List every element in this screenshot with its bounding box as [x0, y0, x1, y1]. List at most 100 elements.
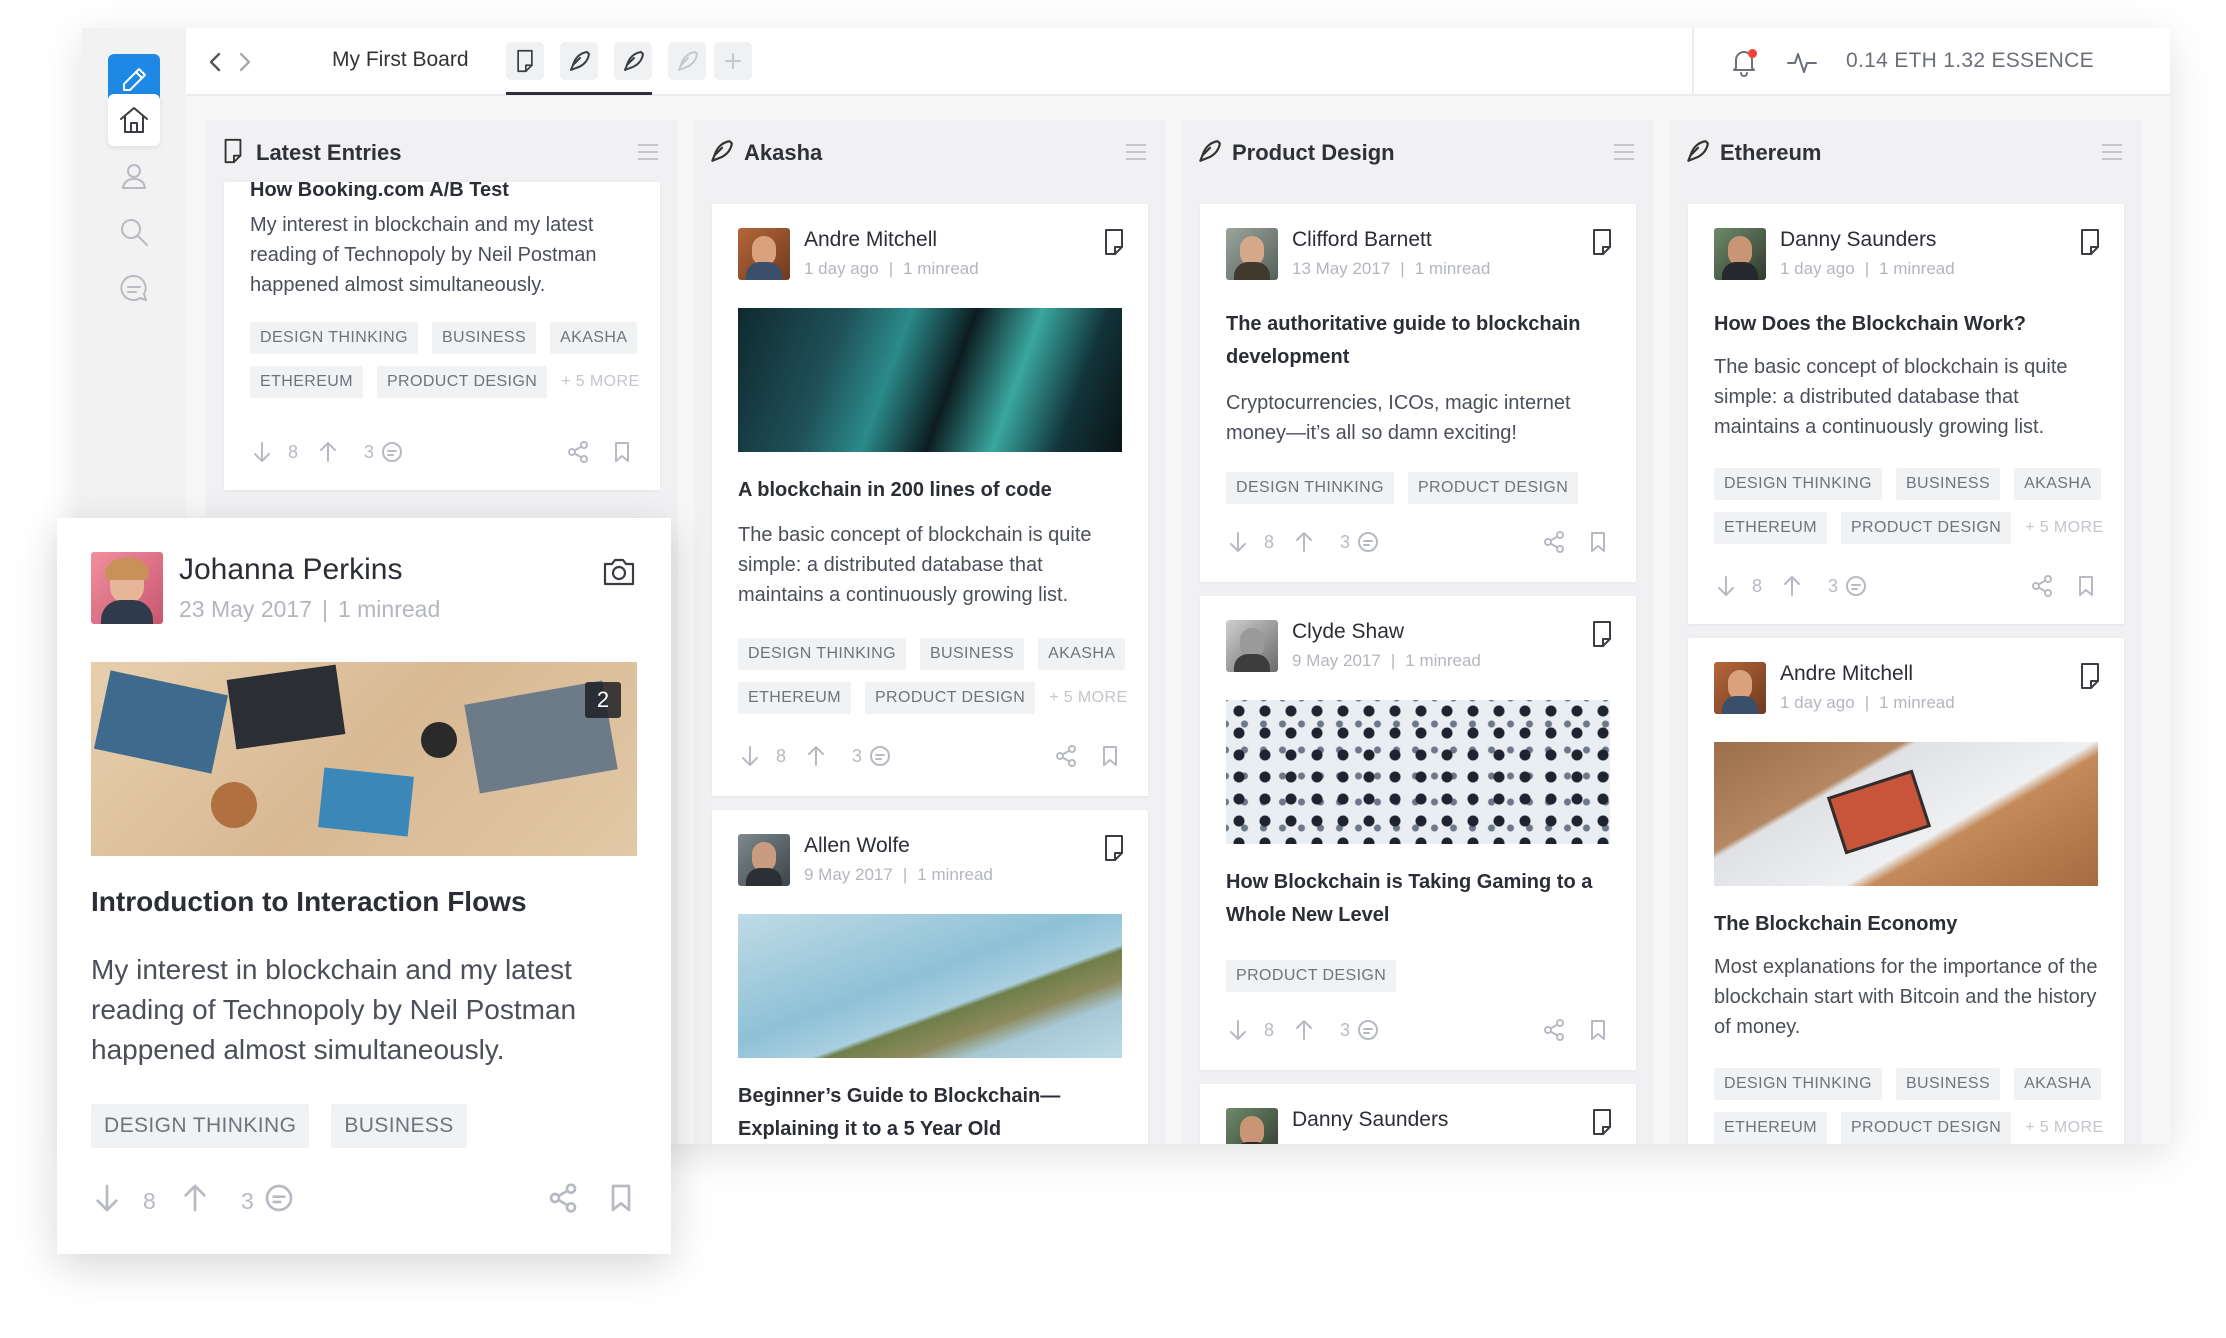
entry-image[interactable]: 2 — [91, 662, 637, 856]
tag[interactable]: DESIGN THINKING — [91, 1104, 310, 1148]
author-name[interactable]: Danny Saunders — [1292, 1108, 1448, 1132]
tag[interactable]: ETHEREUM — [1714, 1112, 1827, 1144]
bookmark-button[interactable] — [2074, 574, 2098, 598]
tag[interactable]: AKASHA — [2014, 468, 2102, 500]
avatar[interactable] — [1226, 620, 1278, 672]
tag[interactable]: AKASHA — [550, 322, 638, 354]
tag[interactable]: BUSINESS — [1895, 468, 2001, 500]
upvote-button[interactable] — [804, 744, 828, 768]
downvote-button[interactable] — [1226, 1018, 1250, 1042]
tag[interactable]: PRODUCT DESIGN — [864, 682, 1036, 714]
entry-card[interactable]: Allen Wolfe 9 May 2017 | 1 minread Beginne… — [712, 810, 1148, 1144]
add-tab-button[interactable] — [714, 42, 752, 80]
column-menu-icon[interactable] — [2102, 144, 2122, 160]
comments-button[interactable] — [868, 744, 892, 768]
downvote-button[interactable] — [250, 440, 274, 464]
author-name[interactable]: Clyde Shaw — [1292, 620, 1404, 644]
share-button[interactable] — [547, 1182, 579, 1214]
tag[interactable]: ETHEREUM — [1714, 512, 1827, 544]
comments-button[interactable] — [1356, 1018, 1380, 1042]
share-button[interactable] — [566, 440, 590, 464]
entry-title[interactable]: How Booking.com A/B Test — [250, 182, 634, 207]
wallet-balance[interactable]: 0.14 ETH 1.32 ESSENCE — [1846, 49, 2094, 73]
entry-card[interactable]: How Booking.com A/B Test My interest in … — [224, 182, 660, 490]
avatar[interactable] — [738, 834, 790, 886]
entry-card[interactable]: Clyde Shaw 9 May 2017 | 1 minread How Bloc… — [1200, 596, 1636, 1070]
tag[interactable]: PRODUCT DESIGN — [1840, 1112, 2012, 1144]
author-name[interactable]: Danny Saunders — [1780, 228, 1936, 252]
downvote-button[interactable] — [1714, 574, 1738, 598]
comments-button[interactable] — [380, 440, 404, 464]
entry-card[interactable]: Danny Saunders 1 day ago | 1 minread How D… — [1688, 204, 2124, 624]
entry-card[interactable]: Danny Saunders — [1200, 1084, 1636, 1144]
column-menu-icon[interactable] — [1126, 144, 1146, 160]
entry-title[interactable]: The Blockchain Economy — [1714, 908, 2098, 941]
tab-latest-entries[interactable] — [506, 42, 544, 80]
entry-title[interactable]: How Does the Blockchain Work? — [1714, 308, 2098, 341]
avatar[interactable] — [1714, 662, 1766, 714]
upvote-button[interactable] — [1292, 1018, 1316, 1042]
sidebar-item-home[interactable] — [108, 94, 160, 146]
tab-akasha[interactable] — [560, 42, 598, 80]
more-tags-link[interactable]: + 5 MORE — [2025, 512, 2103, 544]
entry-title[interactable]: The authoritative guide to blockchain de… — [1226, 308, 1610, 374]
tag[interactable]: BUSINESS — [919, 638, 1025, 670]
board-title[interactable]: My First Board — [332, 48, 469, 72]
author-name[interactable]: Clifford Barnett — [1292, 228, 1432, 252]
tag[interactable]: BUSINESS — [1895, 1068, 2001, 1100]
bookmark-button[interactable] — [610, 440, 634, 464]
tab-ethereum[interactable] — [668, 42, 706, 80]
bookmark-button[interactable] — [1098, 744, 1122, 768]
comments-button[interactable] — [263, 1182, 295, 1214]
entry-title[interactable]: A blockchain in 200 lines of code — [738, 474, 1122, 507]
avatar[interactable] — [1714, 228, 1766, 280]
avatar[interactable] — [738, 228, 790, 280]
entry-title[interactable]: How Blockchain is Taking Gaming to a Who… — [1226, 866, 1610, 932]
upvote-button[interactable] — [1780, 574, 1804, 598]
author-name[interactable]: Andre Mitchell — [1780, 662, 1913, 686]
sidebar-item-search[interactable] — [108, 206, 160, 258]
tag[interactable]: DESIGN THINKING — [1714, 468, 1882, 500]
avatar[interactable] — [1226, 1108, 1278, 1144]
entry-title[interactable]: Beginner’s Guide to Blockchain—Explainin… — [738, 1080, 1122, 1144]
more-tags-link[interactable]: + 5 MORE — [1049, 682, 1127, 714]
downvote-button[interactable] — [1226, 530, 1250, 554]
entry-title[interactable]: Introduction to Interaction Flows — [91, 882, 637, 922]
downvote-button[interactable] — [738, 744, 762, 768]
bookmark-button[interactable] — [1586, 530, 1610, 554]
tag[interactable]: PRODUCT DESIGN — [1840, 512, 2012, 544]
tag[interactable]: DESIGN THINKING — [1226, 472, 1394, 504]
upvote-button[interactable] — [316, 440, 340, 464]
sidebar-item-profile[interactable] — [108, 150, 160, 202]
comments-button[interactable] — [1844, 574, 1868, 598]
tag[interactable]: AKASHA — [1038, 638, 1126, 670]
author-name[interactable]: Johanna Perkins — [179, 553, 402, 587]
avatar[interactable] — [1226, 228, 1278, 280]
entry-image[interactable] — [738, 308, 1122, 452]
tag[interactable]: AKASHA — [2014, 1068, 2102, 1100]
comments-button[interactable] — [1356, 530, 1380, 554]
tag[interactable]: ETHEREUM — [738, 682, 851, 714]
tag[interactable]: BUSINESS — [431, 322, 537, 354]
tag[interactable]: PRODUCT DESIGN — [1226, 960, 1397, 992]
tag[interactable]: DESIGN THINKING — [250, 322, 418, 354]
upvote-button[interactable] — [1292, 530, 1316, 554]
share-button[interactable] — [1542, 530, 1566, 554]
tag[interactable]: PRODUCT DESIGN — [376, 366, 548, 398]
forward-button[interactable] — [230, 48, 258, 76]
entry-image[interactable] — [738, 914, 1122, 1058]
tag[interactable]: DESIGN THINKING — [1714, 1068, 1882, 1100]
avatar[interactable] — [91, 552, 163, 624]
back-button[interactable] — [202, 48, 230, 76]
notifications-button[interactable] — [1728, 46, 1760, 78]
author-name[interactable]: Andre Mitchell — [804, 228, 937, 252]
entry-card[interactable]: Andre Mitchell 1 day ago | 1 minread A blo… — [712, 204, 1148, 796]
tag[interactable]: BUSINESS — [331, 1104, 467, 1148]
featured-entry-card[interactable]: Johanna Perkins 23 May 2017 | 1 minread 2 … — [57, 518, 671, 1254]
upvote-button[interactable] — [179, 1182, 211, 1214]
column-menu-icon[interactable] — [1614, 144, 1634, 160]
tag[interactable]: PRODUCT DESIGN — [1407, 472, 1579, 504]
tag[interactable]: DESIGN THINKING — [738, 638, 906, 670]
bookmark-button[interactable] — [605, 1182, 637, 1214]
sidebar-item-chat[interactable] — [108, 262, 160, 314]
